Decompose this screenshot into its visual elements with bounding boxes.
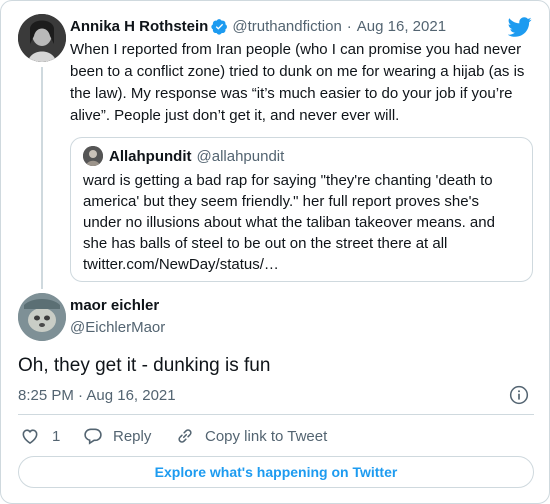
quoted-tweet-header: Allahpundit @allahpundit <box>83 146 284 166</box>
divider <box>18 414 534 415</box>
twitter-bird-icon[interactable] <box>508 15 532 39</box>
copy-link-button[interactable]: Copy link to Tweet <box>175 425 327 447</box>
parent-date[interactable]: Aug 16, 2021 <box>357 18 446 35</box>
copy-link-label: Copy link to Tweet <box>205 427 328 445</box>
parent-author-name[interactable]: Annika H Rothstein <box>70 18 208 35</box>
avatar-annika[interactable] <box>18 14 66 62</box>
reply-timestamp[interactable]: 8:25 PM · Aug 16, 2021 <box>18 387 176 404</box>
quoted-tweet-link[interactable]: twitter.com/NewDay/status/… <box>83 254 513 275</box>
avatar-maor[interactable] <box>18 293 66 341</box>
heart-icon <box>22 429 38 445</box>
quoted-tweet-text: ward is getting a bad rap for saying "th… <box>83 172 495 252</box>
verified-badge-icon <box>211 18 228 35</box>
reply-bubble-icon <box>84 428 102 445</box>
parent-tweet-text: When I reported from Iran people (who I … <box>70 41 525 124</box>
explore-twitter-button[interactable]: Explore what's happening on Twitter <box>18 456 534 488</box>
link-icon <box>178 429 192 443</box>
info-icon[interactable] <box>509 385 529 405</box>
like-button[interactable]: 1 <box>20 425 60 447</box>
reply-tweet-text: Oh, they get it - dunking is fun <box>18 355 271 376</box>
quoted-author-name: Allahpundit <box>109 147 192 165</box>
parent-handle[interactable]: @truthandfiction <box>232 18 341 35</box>
reply-handle[interactable]: @EichlerMaor <box>70 319 165 336</box>
embedded-tweet-card: Annika H Rothstein @truthandfiction · Au… <box>0 0 550 504</box>
reply-author-name[interactable]: maor eichler <box>70 297 159 314</box>
header-separator: · <box>346 17 352 35</box>
reply-button[interactable]: Reply <box>83 425 151 447</box>
quoted-tweet-body: ward is getting a bad rap for saying "th… <box>83 170 513 275</box>
avatar-allahpundit <box>83 146 103 166</box>
thread-connector-line <box>41 67 43 289</box>
parent-tweet-header: Annika H Rothstein @truthandfiction · Au… <box>70 15 446 37</box>
quoted-tweet[interactable]: Allahpundit @allahpundit ward is getting… <box>70 137 533 282</box>
reply-label: Reply <box>113 427 152 445</box>
quoted-handle: @allahpundit <box>196 147 285 165</box>
like-count: 1 <box>52 427 61 445</box>
